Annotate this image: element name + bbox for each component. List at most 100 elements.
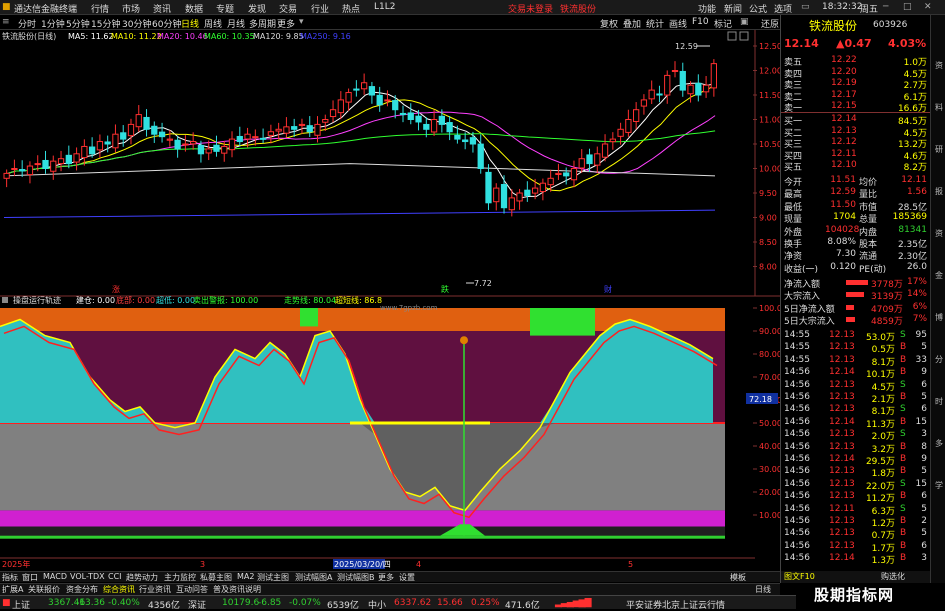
side-tool-button[interactable]: 资	[933, 60, 945, 71]
menu-news[interactable]: 资讯	[153, 2, 171, 15]
period-multi[interactable]: 多周期	[249, 17, 276, 30]
indicator-axis-label: 40.00	[759, 442, 780, 451]
period-tick[interactable]: 分时	[18, 17, 36, 30]
period-1min[interactable]: 1分钟	[41, 17, 65, 30]
f10-link[interactable]: 图文F10	[784, 571, 815, 582]
menu-function[interactable]: 功能	[698, 2, 716, 15]
close-icon[interactable]: ✕	[924, 2, 932, 12]
ask-row[interactable]: 卖五 12.22 1.0万	[781, 55, 931, 68]
period-monthly[interactable]: 月线	[227, 17, 245, 30]
period-15min[interactable]: 15分钟	[91, 17, 120, 30]
menu-discover[interactable]: 发现	[248, 2, 266, 15]
side-tool-button[interactable]: 博	[933, 312, 945, 323]
bid-row[interactable]: 买五 12.10 8.2万	[781, 160, 931, 173]
maximize-icon[interactable]: □	[903, 2, 912, 12]
period-60min[interactable]: 60分钟	[152, 17, 181, 30]
minimize-icon[interactable]: ─	[883, 2, 888, 12]
indicator-toggle-icon[interactable]	[2, 297, 8, 303]
menu-options[interactable]: 选项	[774, 2, 792, 15]
tab-qa[interactable]: 互动问答	[176, 584, 208, 595]
kline-chart[interactable]: 铁流股份(日线) MA5: 11.62 MA10: 11.22 MA20: 10…	[0, 30, 780, 571]
tab-related-quote[interactable]: 关联报价	[28, 584, 60, 595]
panel-close-icon[interactable]	[739, 31, 749, 41]
menu-quotes[interactable]: 行情	[91, 2, 109, 15]
tab-settings[interactable]: 设置	[399, 572, 415, 583]
tab-private-main[interactable]: 私募主图	[200, 572, 232, 583]
stats-button[interactable]: 统计	[646, 17, 664, 30]
indicator-legend: 操盘运行轨迹 建仓: 0.00 底部: 0.00 超低: 0.00 卖出警报: …	[2, 295, 382, 305]
side-tool-button[interactable]: 金	[933, 270, 945, 281]
chart-controls[interactable]	[727, 31, 749, 41]
bid-row[interactable]: 买二 12.13 4.5万	[781, 126, 931, 139]
f10-button[interactable]: F10	[692, 17, 709, 27]
adjust-button[interactable]: 复权	[600, 17, 618, 30]
trade-login-status[interactable]: 交易未登录	[508, 2, 553, 15]
tab-test-sub-b[interactable]: 测试幅图B	[337, 572, 375, 583]
menu-news-right[interactable]: 新闻	[724, 2, 742, 15]
chevron-down-icon[interactable]: ▾	[299, 17, 304, 27]
side-tool-button[interactable]: 研	[933, 144, 945, 155]
bid-row[interactable]: 买四 12.11 4.6万	[781, 149, 931, 162]
tab-test-sub-a[interactable]: 测试幅图A	[295, 572, 332, 583]
restore-button[interactable]: 还原	[761, 17, 779, 30]
period-5min[interactable]: 5分钟	[66, 17, 90, 30]
menu-hot[interactable]: 热点	[342, 2, 360, 15]
overlay-button[interactable]: 叠加	[623, 17, 641, 30]
tick-side: B	[900, 342, 907, 353]
template-button[interactable]: 模板	[730, 572, 746, 583]
tab-window[interactable]: 窗口	[22, 572, 38, 583]
ask-row[interactable]: 卖三 12.19 2.7万	[781, 78, 931, 91]
window-control-icon[interactable]: ▭	[801, 2, 810, 12]
ask-row[interactable]: 卖二 12.17 6.1万	[781, 90, 931, 103]
lock-icon[interactable]: ▣	[740, 17, 749, 27]
tab-indicator[interactable]: 指标	[2, 572, 18, 583]
status-item: 6539亿	[327, 601, 359, 611]
tick-price: 12.13	[829, 441, 855, 452]
menu-industry[interactable]: 行业	[311, 2, 329, 15]
panel-toggle-icon[interactable]	[727, 31, 737, 41]
menu-data[interactable]: 数据	[185, 2, 203, 15]
menu-formula[interactable]: 公式	[749, 2, 767, 15]
bid-row[interactable]: 买三 12.12 13.2万	[781, 137, 931, 150]
side-tool-button[interactable]: 料	[933, 102, 945, 113]
status-item: -6.85	[258, 598, 282, 608]
toolbar-menu-icon[interactable]: ≡	[2, 17, 10, 27]
tab-macd[interactable]: MACD	[43, 572, 67, 581]
mark-button[interactable]: 标记	[714, 17, 732, 30]
menu-l1l2[interactable]: L1L2	[374, 2, 395, 12]
tab-fund-dist[interactable]: 资金分布	[66, 584, 98, 595]
tab-ma2[interactable]: MA2	[237, 572, 254, 581]
draw-button[interactable]: 画线	[669, 17, 687, 30]
period-more[interactable]: 更多	[277, 17, 295, 30]
tab-general-news[interactable]: 综合资讯	[103, 584, 135, 595]
tick-volume: 0.7万	[871, 531, 895, 542]
menu-market[interactable]: 市场	[122, 2, 140, 15]
tab-trend-power[interactable]: 趋势动力	[126, 572, 158, 583]
side-tool-button[interactable]: 分	[933, 354, 945, 365]
period-daily[interactable]: 日线	[181, 17, 199, 30]
tab-more[interactable]: 更多	[378, 572, 394, 583]
side-tool-button[interactable]: 资	[933, 228, 945, 239]
tab-test-main[interactable]: 测试主图	[257, 572, 289, 583]
tab-main-monitor[interactable]: 主力监控	[164, 572, 196, 583]
ask-row[interactable]: 卖四 12.20 4.5万	[781, 67, 931, 80]
tab-industry-news[interactable]: 行业资讯	[139, 584, 171, 595]
side-tool-button[interactable]: 时	[933, 396, 945, 407]
period-30min[interactable]: 30分钟	[122, 17, 151, 30]
side-tool-button[interactable]: 多	[933, 438, 945, 449]
tab-extend-a[interactable]: 扩展A	[2, 584, 23, 595]
select-link[interactable]: 购选化	[881, 571, 905, 582]
bid-row[interactable]: 买一 12.14 84.5万	[781, 114, 931, 127]
flow-bar	[846, 304, 854, 310]
quote-change: ▲0.47	[836, 37, 872, 50]
candle-body	[244, 133, 251, 140]
menu-trade[interactable]: 交易	[279, 2, 297, 15]
side-tool-button[interactable]: 学	[933, 480, 945, 491]
tab-popular-info[interactable]: 普及资讯说明	[213, 584, 261, 595]
period-weekly[interactable]: 周线	[204, 17, 222, 30]
tab-cci[interactable]: CCI	[108, 572, 122, 581]
flow-value: 4859万	[871, 317, 903, 328]
side-tool-button[interactable]: 报	[933, 186, 945, 197]
tab-vol-tdx[interactable]: VOL-TDX	[70, 572, 105, 581]
menu-topics[interactable]: 专题	[216, 2, 234, 15]
